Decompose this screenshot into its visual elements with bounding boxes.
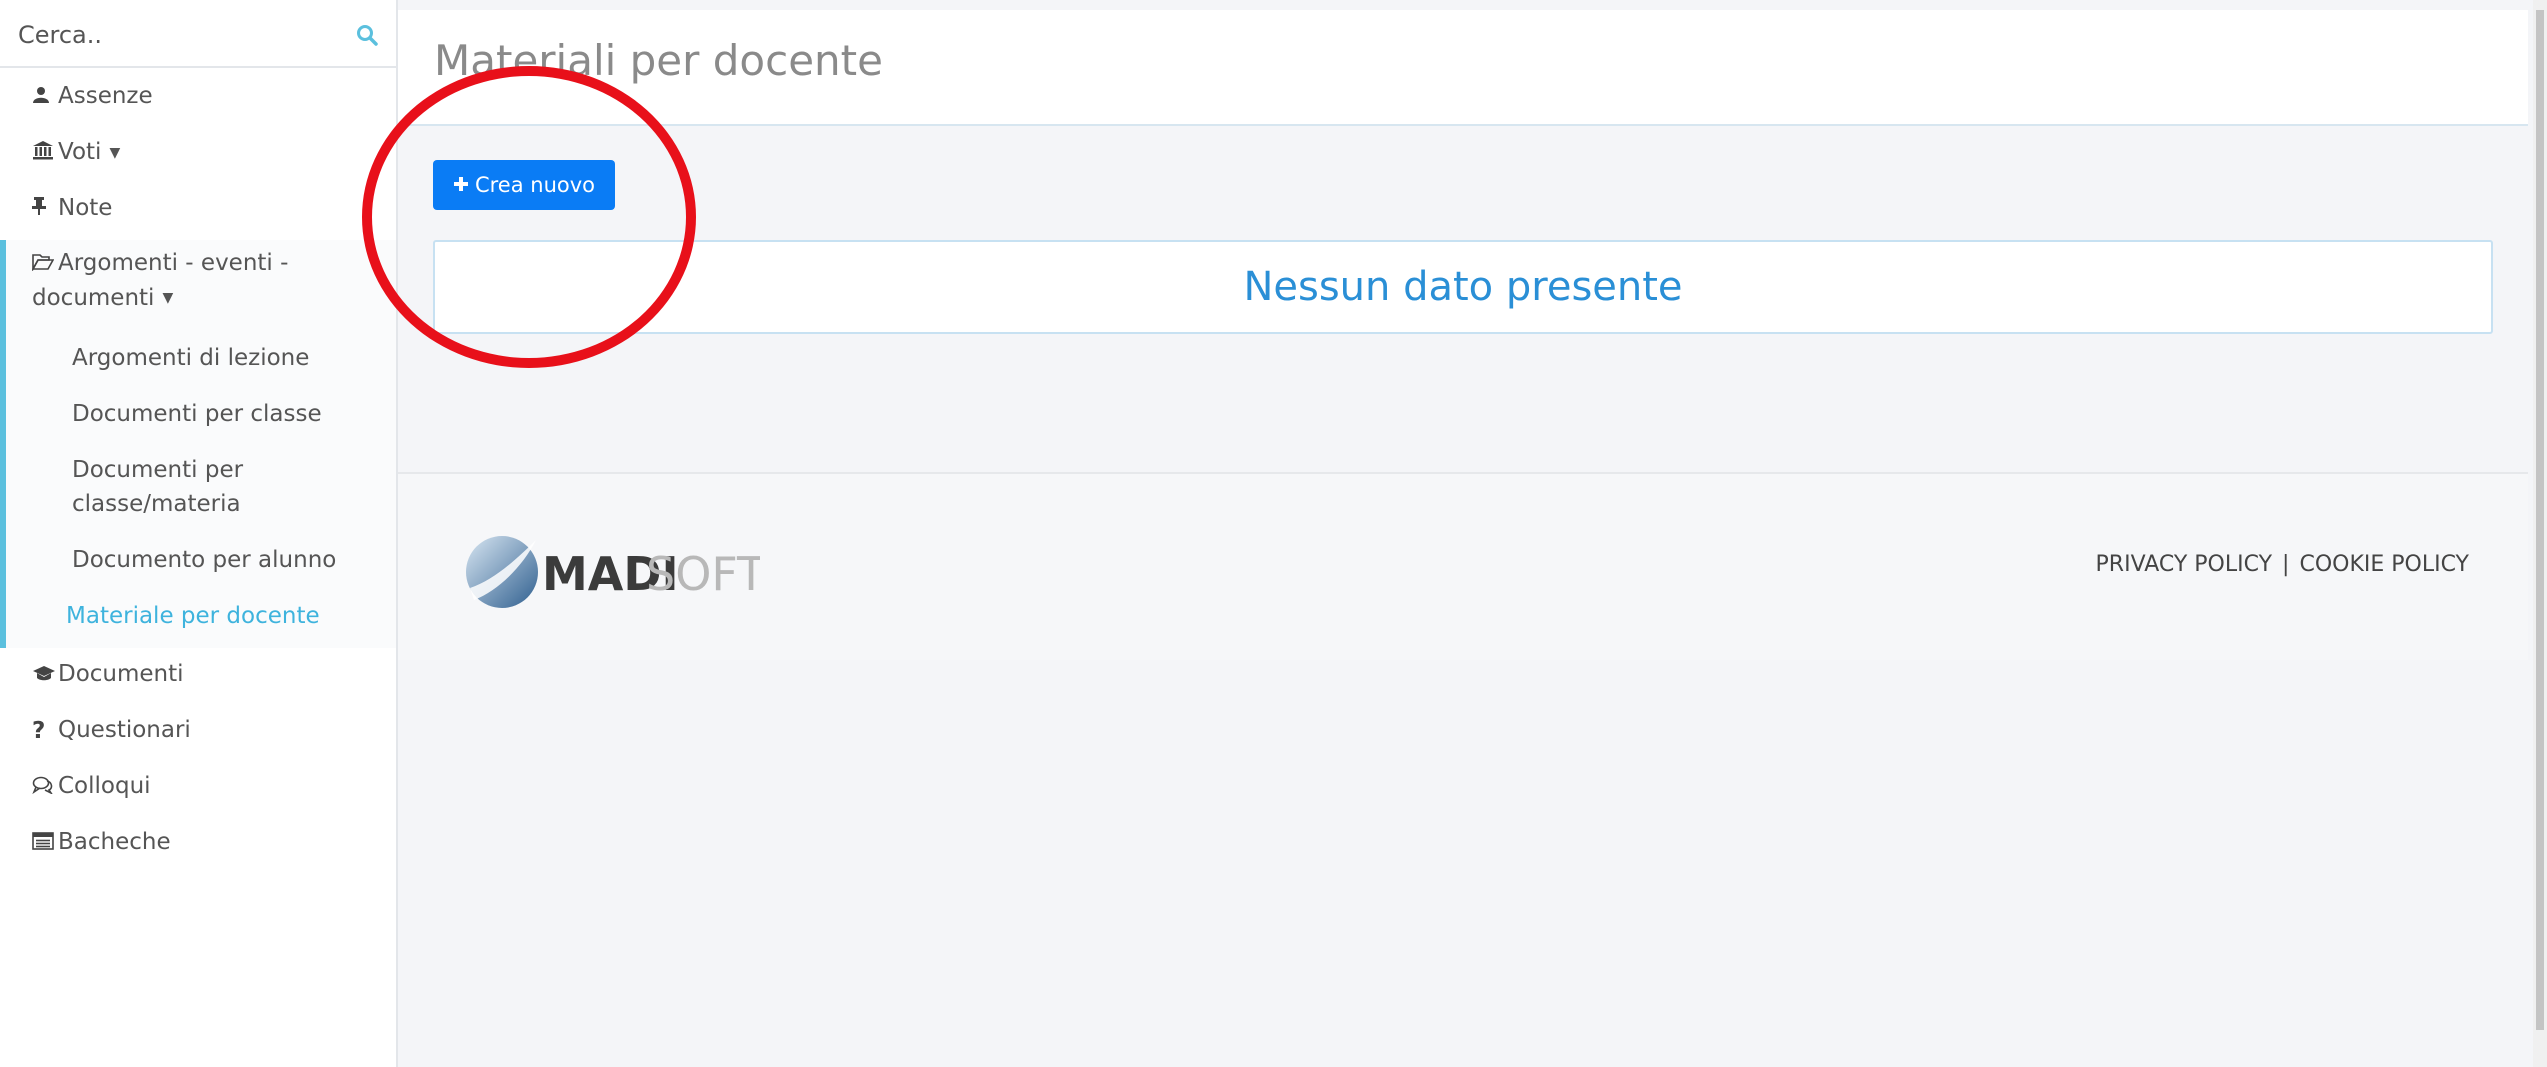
page-title: Materiali per docente — [434, 36, 883, 85]
sidebar-item-label: Bacheche — [58, 829, 171, 855]
footer-links: PRIVACY POLICY | COOKIE POLICY — [2096, 552, 2469, 577]
footer-separator: | — [2282, 552, 2290, 577]
folder-open-icon — [31, 247, 58, 281]
empty-state-message: Nessun dato presente — [1243, 264, 1683, 310]
privacy-policy-link[interactable]: PRIVACY POLICY — [2096, 552, 2273, 577]
sidebar-item-label: Argomenti - eventi - — [58, 250, 289, 276]
svg-text:SOFT: SOFT — [646, 547, 760, 601]
list-alt-icon — [32, 823, 58, 863]
cookie-policy-link[interactable]: COOKIE POLICY — [2299, 552, 2469, 577]
sidebar: Assenze Voti ▼ Note Argomenti - eventi - … — [0, 0, 398, 1067]
sidebar-item-label: Note — [58, 195, 113, 221]
caret-down-icon: ▼ — [162, 290, 174, 306]
bank-icon — [32, 133, 58, 173]
madisoft-logo: MADI SOFT — [460, 530, 766, 618]
sidebar-item-voti[interactable]: Voti ▼ — [32, 132, 120, 172]
page-scrollbar[interactable] — [2533, 0, 2547, 1067]
sidebar-item-note[interactable]: Note — [32, 188, 112, 228]
submenu-item-label-line2: classe/materia — [72, 491, 241, 517]
sidebar-item-colloqui[interactable]: Colloqui — [32, 766, 151, 806]
sidebar-item-documenti[interactable]: Documenti — [32, 654, 184, 694]
sidebar-item-label: Colloqui — [58, 773, 151, 799]
submenu-item-label: Documento per alunno — [72, 547, 337, 573]
sidebar-item-label-line2: documenti — [32, 284, 155, 311]
submenu-item-label: Documenti per classe — [72, 401, 322, 427]
empty-state-panel: Nessun dato presente — [433, 240, 2493, 334]
question-icon: ? — [32, 717, 46, 744]
create-new-button[interactable]: Crea nuovo — [433, 160, 615, 210]
submenu-item-documenti-classe[interactable]: Documenti per classe — [72, 397, 322, 431]
submenu-item-label: Argomenti di lezione — [72, 345, 310, 371]
submenu-item-label: Documenti per — [72, 457, 244, 483]
search-icon[interactable] — [356, 24, 378, 50]
submenu-item-documenti-classe-materia[interactable]: Documenti per classe/materia — [72, 453, 243, 521]
sidebar-item-argomenti[interactable]: Argomenti - eventi - documenti ▼ — [31, 246, 289, 315]
sidebar-item-questionari[interactable]: ? Questionari — [32, 710, 191, 750]
search-input[interactable] — [16, 14, 340, 56]
plus-icon — [453, 173, 469, 197]
sidebar-search — [0, 0, 396, 68]
sidebar-item-assenze[interactable]: Assenze — [32, 76, 153, 116]
sidebar-item-label: Voti — [58, 139, 102, 165]
graduation-cap-icon — [32, 655, 58, 695]
user-icon — [32, 77, 58, 117]
scrollbar-thumb[interactable] — [2536, 10, 2544, 1030]
submenu-item-documento-alunno[interactable]: Documento per alunno — [72, 543, 336, 577]
sidebar-item-label: Documenti — [58, 661, 184, 687]
submenu-item-argomenti-lezione[interactable]: Argomenti di lezione — [72, 341, 309, 375]
sidebar-item-label: Questionari — [58, 717, 191, 743]
submenu-item-label: Materiale per docente — [66, 603, 320, 629]
caret-down-icon: ▼ — [109, 144, 121, 161]
sidebar-item-label: Assenze — [58, 83, 153, 109]
pin-icon — [32, 189, 58, 229]
submenu-active-bar — [0, 240, 6, 648]
submenu-item-materiale-docente[interactable]: Materiale per docente — [66, 599, 320, 633]
sidebar-item-bacheche[interactable]: Bacheche — [32, 822, 171, 862]
create-new-label: Crea nuovo — [474, 173, 596, 197]
comments-icon — [32, 767, 58, 807]
